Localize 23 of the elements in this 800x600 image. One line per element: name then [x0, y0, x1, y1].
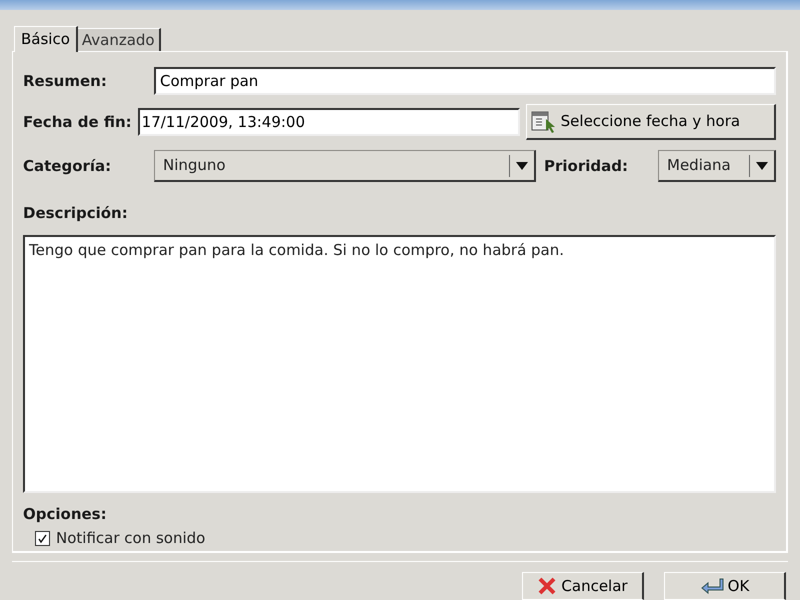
- ok-button[interactable]: OK: [664, 572, 786, 600]
- dropdown-arrow-icon: [516, 162, 528, 170]
- priority-label: Prioridad:: [544, 156, 629, 177]
- tab[interactable]: Avanzado: [78, 28, 161, 51]
- description-field[interactable]: Tengo que comprar pan para la comida. Si no lo compro, no habrá pan.: [23, 234, 776, 492]
- cancel-button[interactable]: Cancelar: [522, 572, 644, 600]
- end-date-field[interactable]: 17/11/2009, 13:49:00: [138, 108, 520, 136]
- tab[interactable]: Básico: [14, 26, 78, 52]
- category-label: Categoría:: [23, 156, 112, 177]
- checkbox[interactable]: [35, 530, 50, 546]
- select-date-time-button[interactable]: Seleccione fecha y hora: [526, 104, 776, 140]
- summary-label: Resumen:: [23, 70, 108, 92]
- checkbox-label: Notificar con sonido: [56, 528, 206, 549]
- dropdown-arrow-icon: [756, 162, 768, 170]
- end-date-label: Fecha de fin:: [23, 112, 132, 133]
- options-label: Opciones:: [23, 504, 108, 524]
- cross-icon: [537, 576, 558, 596]
- return-arrow-icon: [700, 577, 724, 595]
- calendar-icon: [530, 110, 557, 132]
- category-dropdown[interactable]: Ninguno: [154, 150, 536, 182]
- priority-dropdown[interactable]: Mediana: [658, 150, 776, 182]
- description-label: Descripción:: [23, 203, 129, 224]
- summary-field[interactable]: Comprar pan: [154, 67, 776, 95]
